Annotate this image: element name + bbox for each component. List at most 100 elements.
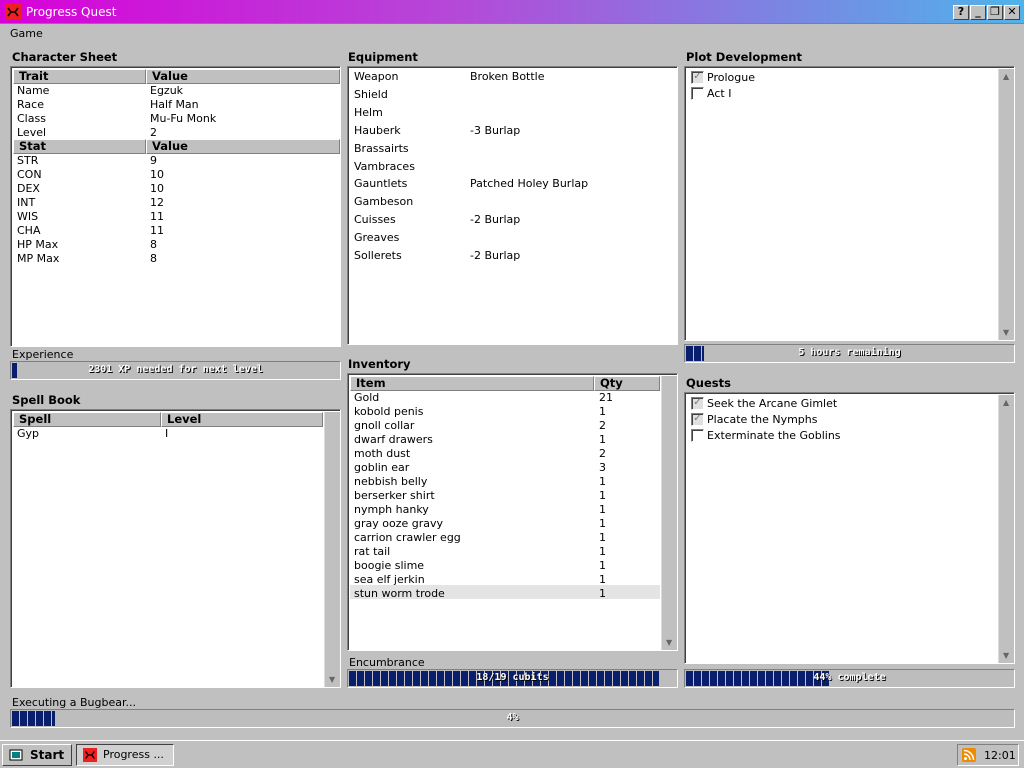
equipment-item: -3 Burlap [470,123,521,137]
stat-name: STR [17,154,39,167]
title-bar[interactable]: Progress Quest ? _ ❐ ✕ [0,0,1024,24]
scroll-down-icon[interactable]: ▼ [1003,651,1009,660]
inventory-item-name[interactable]: carrion crawler egg [354,531,461,544]
quests-scrollbar[interactable]: ▲ ▼ [998,395,1014,663]
minimize-button[interactable]: _ [970,5,986,20]
inventory-item-name[interactable]: rat tail [354,545,390,558]
inventory-item-qty: 3 [599,461,606,474]
scroll-up-icon[interactable]: ▲ [1003,398,1009,407]
plot-act-label: Act I [707,87,732,100]
equipment-list[interactable]: Weapon Broken Bottle Shield Helm Hauberk -3 B… [347,66,678,345]
inventory-item-qty: 1 [599,405,606,418]
plot-act-label: Prologue [707,71,755,84]
stat-value: 8 [150,252,157,265]
inventory-item-qty: 2 [599,447,606,460]
trait-name: Race [17,98,44,111]
stat-value-header[interactable]: Value [146,139,340,154]
stat-name: CON [17,168,42,181]
inventory-item-qty: 1 [599,433,606,446]
plot-title: Plot Development [686,50,802,64]
equipment-slot: Cuisses [354,213,396,227]
equipment-slot: Weapon [354,70,399,83]
character-sheet-list[interactable]: Trait Value Name Egzuk Race Half Man Class Mu… [10,66,341,347]
window-title: Progress Quest [26,5,117,19]
inventory-item-name[interactable]: nymph hanky [354,503,429,516]
trait-value: 2 [150,126,157,139]
plot-list[interactable]: ✓ Prologue Act I ▲ ▼ [684,66,1015,341]
scroll-down-icon[interactable]: ▼ [666,638,672,647]
close-button[interactable]: ✕ [1004,5,1020,20]
stat-value: 10 [150,168,164,181]
inventory-item-name[interactable]: sea elf jerkin [354,573,425,586]
inventory-item-name[interactable]: moth dust [354,447,410,460]
taskbar-task-label: Progress ... [103,748,164,761]
stat-name: HP Max [17,238,59,251]
inventory-item-name[interactable]: gray ooze gravy [354,517,443,530]
inventory-list[interactable]: Item Qty Gold 21 kobold penis 1 gnoll collar… [347,373,678,651]
equipment-item: -2 Burlap [470,213,521,227]
plot-progress-text: 5 hours remaining [798,347,901,358]
equipment-item: Broken Bottle [470,70,545,83]
menu-game[interactable]: Game [10,27,43,40]
stat-value: 8 [150,238,157,251]
rss-icon[interactable] [962,748,976,762]
quest-label: Exterminate the Goblins [707,429,841,442]
inventory-item-name[interactable]: nebbish belly [354,475,427,488]
experience-text: 2301 XP needed for next level [88,364,263,375]
inventory-item-qty: 1 [599,475,606,488]
inventory-item-qty: 1 [599,517,606,530]
app-icon [83,748,97,762]
equipment-slot: Greaves [354,231,400,245]
task-progress-text: 4% [506,712,519,723]
inventory-item-name[interactable]: gnoll collar [354,419,414,432]
inventory-item-qty: 1 [599,559,606,572]
inventory-item-name[interactable]: stun worm trode [354,587,445,600]
quest-checkbox[interactable] [691,429,704,442]
value-header[interactable]: Value [146,69,340,84]
inventory-item-name[interactable]: goblin ear [354,461,409,474]
encumbrance-text: 18/19 cubits [476,672,549,683]
spell-header[interactable]: Spell [13,412,161,427]
help-button[interactable]: ? [953,5,969,20]
restore-button[interactable]: ❐ [987,5,1003,20]
inventory-scrollbar[interactable]: ▼ [661,376,677,650]
inventory-item-name[interactable]: boogie slime [354,559,424,572]
quest-checkbox[interactable]: ✓ [691,397,704,410]
plot-scrollbar[interactable]: ▲ ▼ [998,69,1014,340]
inventory-item-name[interactable]: berserker shirt [354,489,435,502]
trait-header[interactable]: Trait [13,69,146,84]
spell-book-list[interactable]: Spell Level Gyp I ▼ [10,409,341,688]
inventory-item-qty: 1 [599,489,606,502]
plot-act-checkbox[interactable] [691,87,704,100]
trait-name: Level [17,126,47,139]
spell-scrollbar[interactable]: ▼ [324,412,340,687]
spell-name[interactable]: Gyp [17,427,39,440]
trait-value: Mu-Fu Monk [150,112,217,125]
start-button[interactable]: Start [2,744,72,766]
stat-value: 9 [150,154,157,167]
quest-checkbox[interactable]: ✓ [691,413,704,426]
level-header[interactable]: Level [161,412,323,427]
scroll-up-icon[interactable]: ▲ [1003,72,1009,81]
clock: 12:01 [984,749,1016,762]
plot-act-checkbox[interactable]: ✓ [691,71,704,84]
item-header[interactable]: Item [350,376,594,391]
scroll-down-icon[interactable]: ▼ [329,675,335,684]
inventory-item-qty: 1 [599,587,606,600]
quests-list[interactable]: ✓ Seek the Arcane Gimlet ✓ Placate the Nymp… [684,392,1015,664]
taskbar-progress-quest[interactable]: Progress ... [76,744,174,766]
trait-value: Half Man [150,98,199,111]
scroll-down-icon[interactable]: ▼ [1003,328,1009,337]
encumbrance-label: Encumbrance [349,656,425,669]
character-sheet-title: Character Sheet [12,50,118,64]
equipment-slot: Helm [354,105,383,119]
qty-header[interactable]: Qty [594,376,660,391]
inventory-item-name[interactable]: kobold penis [354,405,423,418]
equipment-slot: Vambraces [354,159,415,173]
inventory-item-name[interactable]: dwarf drawers [354,433,433,446]
inventory-item-qty: 2 [599,419,606,432]
inventory-item-name[interactable]: Gold [354,391,379,404]
stat-header[interactable]: Stat [13,139,146,154]
stat-value: 11 [150,210,164,223]
stat-value: 11 [150,224,164,237]
